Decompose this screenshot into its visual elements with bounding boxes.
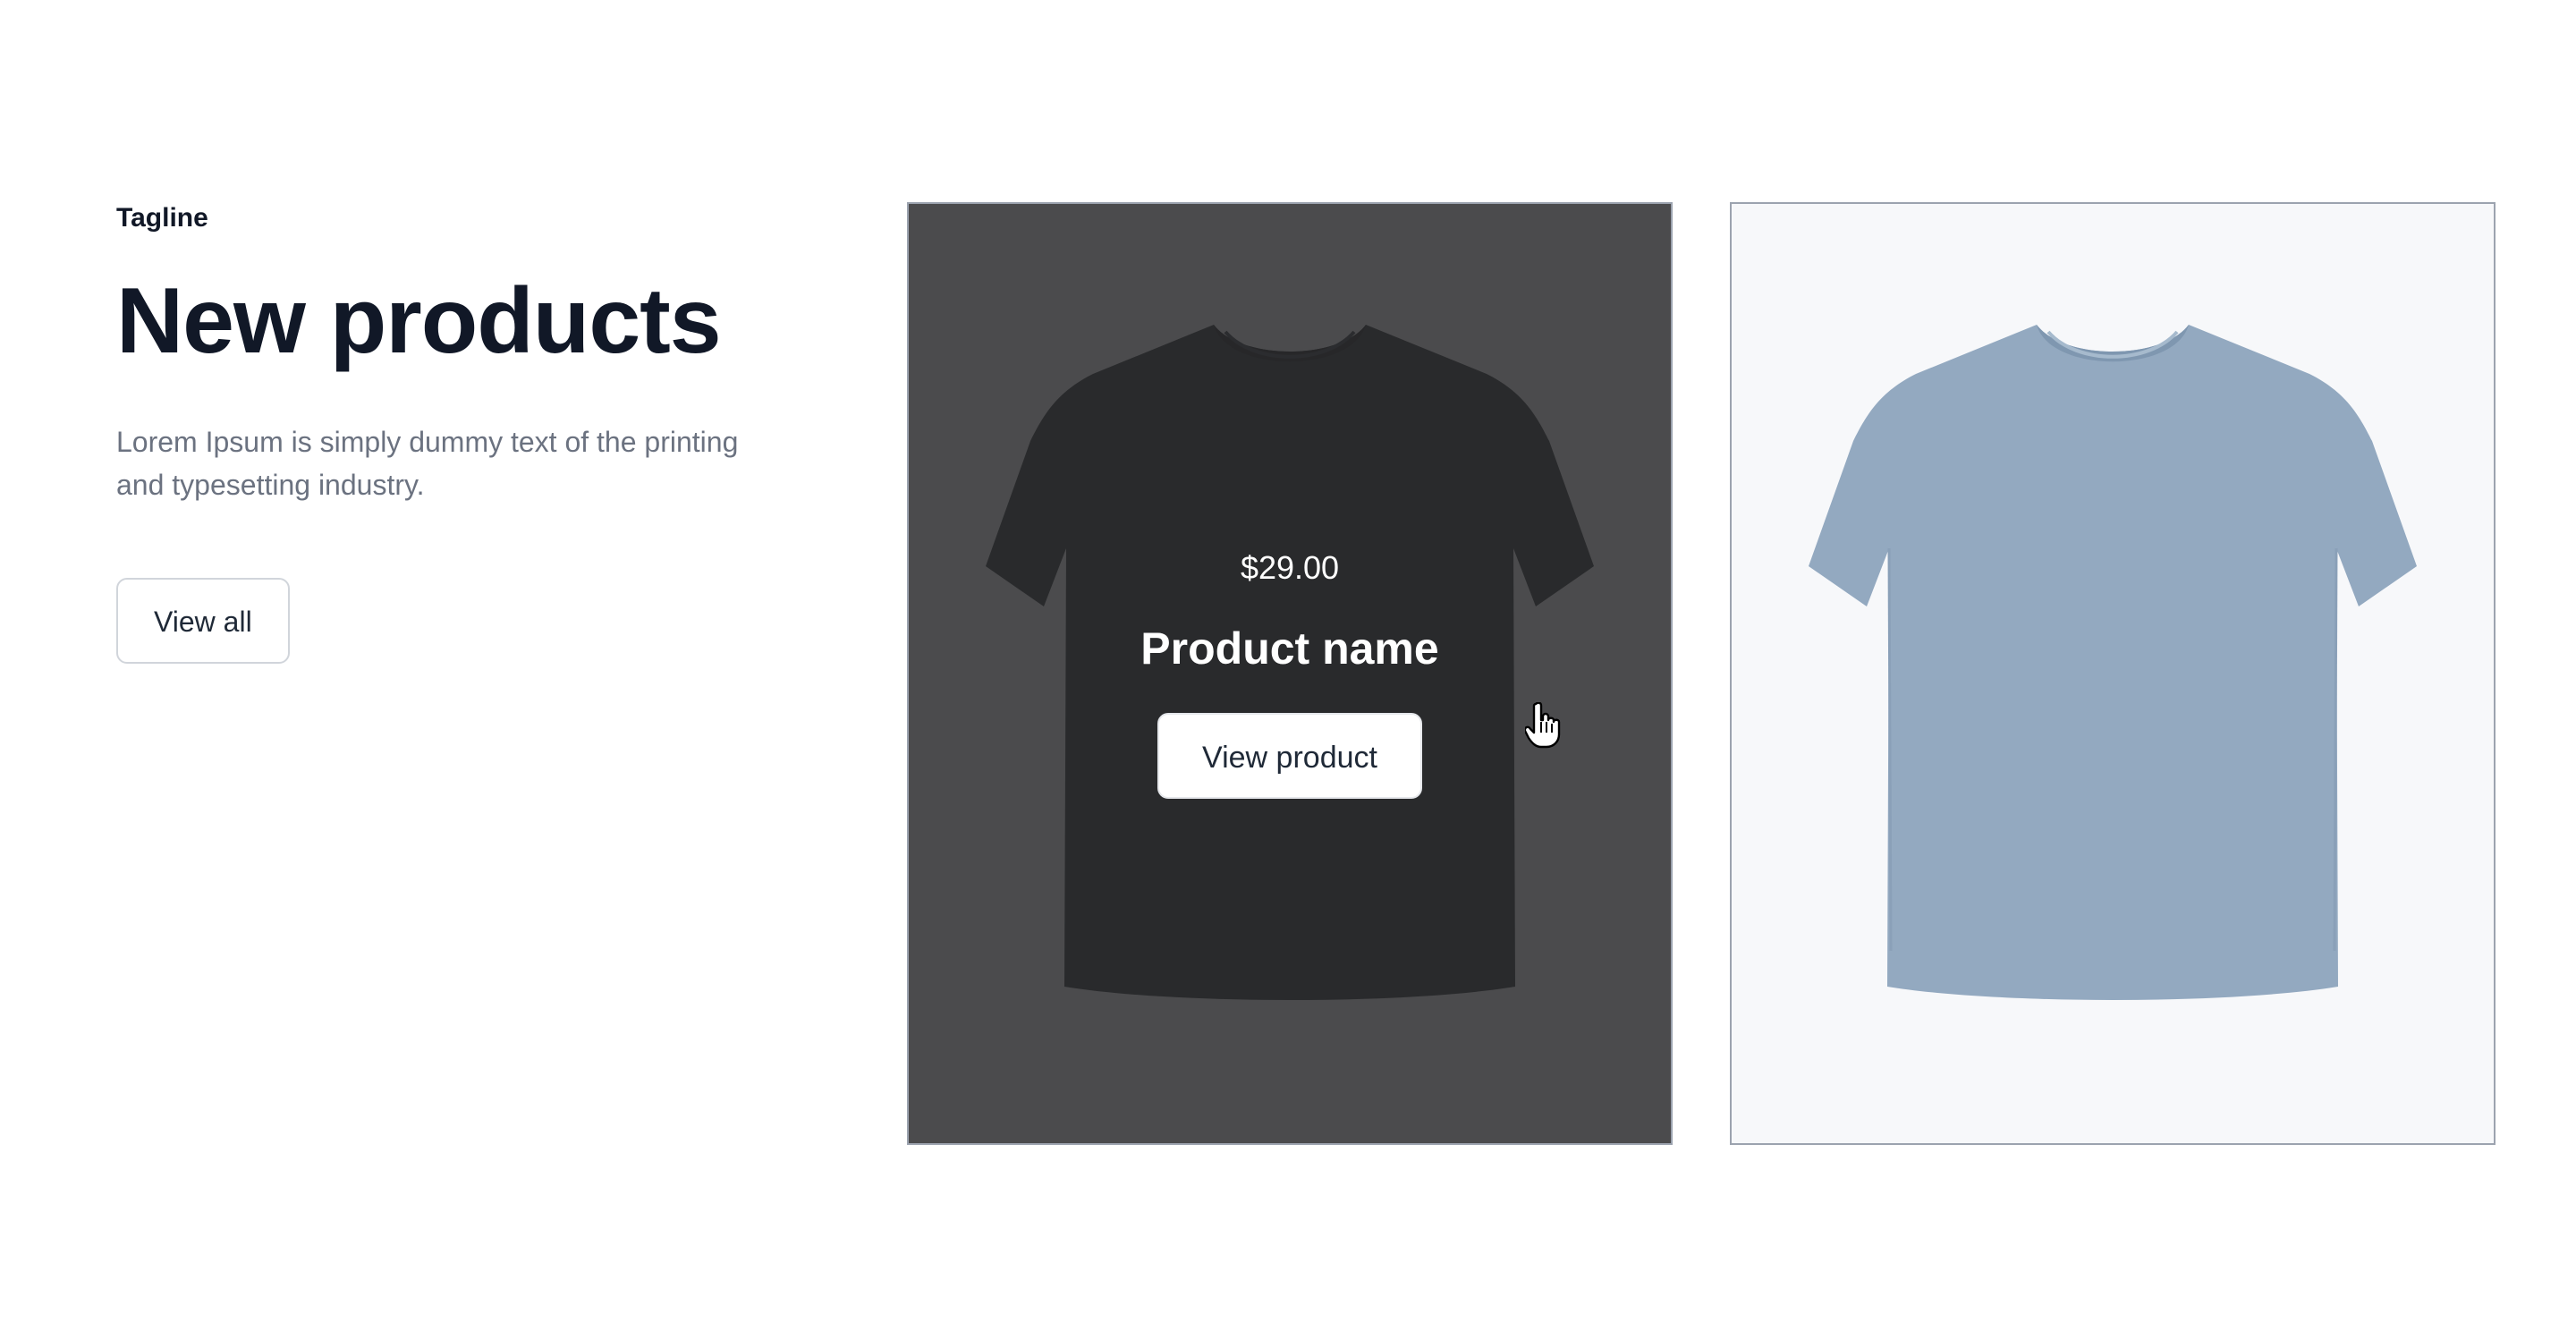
view-all-button[interactable]: View all	[116, 578, 290, 665]
product-info: $29.00 Product name View product	[909, 548, 1671, 799]
page: Tagline New products Lorem Ipsum is simp…	[0, 0, 2576, 1331]
product-name: Product name	[1140, 623, 1439, 674]
tagline: Tagline	[116, 203, 208, 233]
product-card-2[interactable]	[1730, 202, 2496, 1145]
product-price: $29.00	[1240, 549, 1340, 586]
product-card-1[interactable]: $29.00 Product name View product	[907, 202, 1673, 1145]
section-intro: Tagline New products Lorem Ipsum is simp…	[116, 202, 796, 665]
section-title: New products	[116, 269, 722, 373]
section-description: Lorem Ipsum is simply dummy text of the …	[116, 426, 739, 502]
hand-cursor-icon	[1525, 702, 1561, 749]
view-product-button[interactable]: View product	[1157, 713, 1422, 799]
tshirt-image-blue	[1809, 325, 2417, 1000]
